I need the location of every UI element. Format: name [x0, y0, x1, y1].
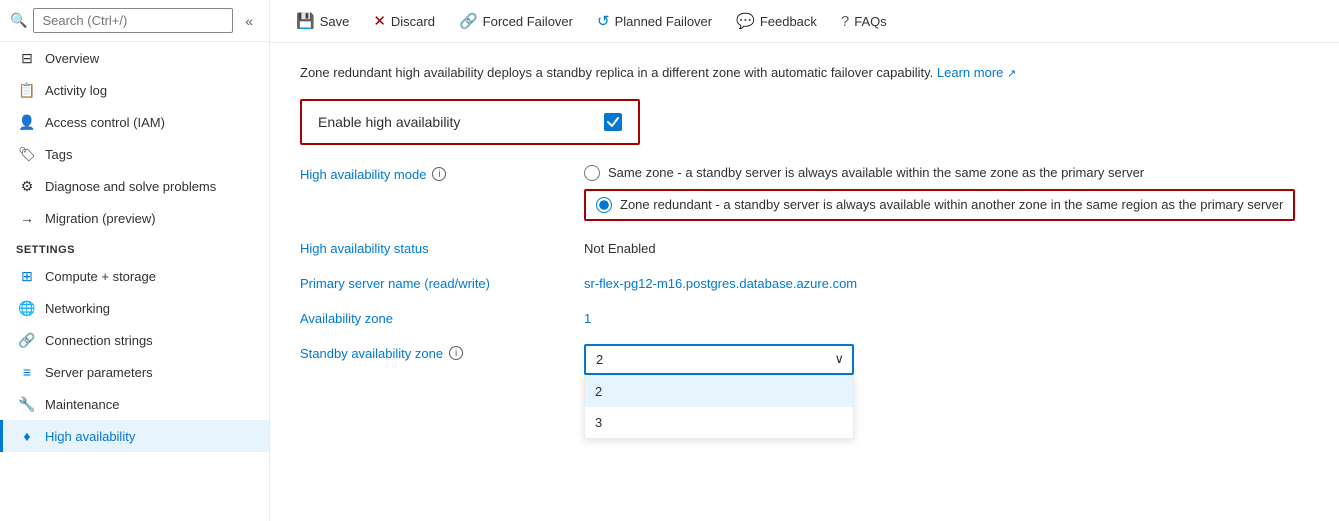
forced-failover-label: Forced Failover: [483, 14, 573, 29]
availability-zone-label: Availability zone: [300, 309, 560, 326]
same-zone-radio[interactable]: [584, 165, 600, 181]
content-area: Zone redundant high availability deploys…: [270, 43, 1339, 521]
ha-status-row: High availability status Not Enabled: [300, 239, 1309, 256]
standby-zone-dropdown-container: 2 3 ∨ 2 3: [584, 344, 854, 375]
faqs-button[interactable]: ? FAQs: [831, 7, 897, 36]
save-label: Save: [320, 14, 350, 29]
networking-icon: 🌐: [19, 300, 35, 316]
dropdown-option-2[interactable]: 2: [585, 376, 853, 407]
migration-icon: →: [19, 210, 35, 226]
primary-server-label: Primary server name (read/write): [300, 274, 560, 291]
discard-icon: ✕: [373, 12, 386, 30]
sidebar-item-label: Server parameters: [45, 365, 153, 380]
planned-failover-label: Planned Failover: [615, 14, 713, 29]
enable-ha-checkbox[interactable]: [604, 113, 622, 131]
zone-redundant-label: Zone redundant - a standby server is alw…: [620, 197, 1283, 212]
sidebar-item-label: Connection strings: [45, 333, 153, 348]
settings-section-label: Settings: [0, 234, 269, 260]
sidebar-item-compute-storage[interactable]: ⊞ Compute + storage: [0, 260, 269, 292]
maintenance-icon: 🔧: [19, 396, 35, 412]
compute-storage-icon: ⊞: [19, 268, 35, 284]
enable-ha-box: Enable high availability: [300, 99, 640, 145]
sidebar-item-label: Diagnose and solve problems: [45, 179, 216, 194]
ha-mode-radio-group: Same zone - a standby server is always a…: [584, 165, 1295, 221]
forced-failover-button[interactable]: 🔗 Forced Failover: [449, 6, 583, 36]
sidebar-item-diagnose[interactable]: ⚙ Diagnose and solve problems: [0, 170, 269, 202]
search-icon: 🔍: [10, 12, 27, 29]
learn-more-link[interactable]: Learn more: [937, 65, 1003, 80]
ha-status-label: High availability status: [300, 239, 560, 256]
sidebar-item-activity-log[interactable]: 📋 Activity log: [0, 74, 269, 106]
discard-label: Discard: [391, 14, 435, 29]
connection-strings-icon: 🔗: [19, 332, 35, 348]
feedback-button[interactable]: 💬 Feedback: [726, 6, 827, 36]
enable-ha-label: Enable high availability: [318, 114, 460, 130]
availability-zone-row: Availability zone 1: [300, 309, 1309, 326]
sidebar-item-label: High availability: [45, 429, 135, 444]
sidebar-item-label: Maintenance: [45, 397, 119, 412]
primary-server-value: sr-flex-pg12-m16.postgres.database.azure…: [584, 274, 857, 291]
ha-mode-info-icon[interactable]: i: [432, 167, 446, 181]
ha-mode-label: High availability mode i: [300, 165, 560, 182]
sidebar-item-networking[interactable]: 🌐 Networking: [0, 292, 269, 324]
primary-server-row: Primary server name (read/write) sr-flex…: [300, 274, 1309, 291]
planned-failover-button[interactable]: ↺ Planned Failover: [587, 6, 722, 36]
ha-status-value: Not Enabled: [584, 239, 656, 256]
discard-button[interactable]: ✕ Discard: [363, 6, 445, 36]
sidebar-item-migration[interactable]: → Migration (preview): [0, 202, 269, 234]
forced-failover-icon: 🔗: [459, 12, 478, 30]
standby-zone-dropdown[interactable]: 2 3: [584, 344, 854, 375]
zone-redundant-radio-option[interactable]: Zone redundant - a standby server is alw…: [596, 197, 1283, 213]
feedback-icon: 💬: [736, 12, 755, 30]
external-link-icon: ↗: [1007, 68, 1016, 80]
sidebar-item-maintenance[interactable]: 🔧 Maintenance: [0, 388, 269, 420]
sidebar-item-label: Networking: [45, 301, 110, 316]
sidebar-item-high-availability[interactable]: ♦ High availability: [0, 420, 269, 452]
sidebar-item-overview[interactable]: ⊟ Overview: [0, 42, 269, 74]
toolbar: 💾 Save ✕ Discard 🔗 Forced Failover ↺ Pla…: [270, 0, 1339, 43]
overview-icon: ⊟: [19, 50, 35, 66]
high-availability-icon: ♦: [19, 428, 35, 444]
zone-redundant-box: Zone redundant - a standby server is alw…: [584, 189, 1295, 221]
standby-zone-label: Standby availability zone i: [300, 344, 560, 361]
sidebar-item-label: Access control (IAM): [45, 115, 165, 130]
sidebar-item-access-control[interactable]: 👤 Access control (IAM): [0, 106, 269, 138]
sidebar: 🔍 « ⊟ Overview 📋 Activity log 👤 Access c…: [0, 0, 270, 521]
server-parameters-icon: ≡: [19, 364, 35, 380]
sidebar-search-container: 🔍 «: [0, 0, 269, 42]
sidebar-item-label: Activity log: [45, 83, 107, 98]
standby-zone-dropdown-menu: 2 3: [584, 375, 854, 439]
sidebar-item-label: Tags: [45, 147, 72, 162]
search-input[interactable]: [33, 8, 233, 33]
sidebar-item-server-parameters[interactable]: ≡ Server parameters: [0, 356, 269, 388]
dropdown-option-3[interactable]: 3: [585, 407, 853, 438]
diagnose-icon: ⚙: [19, 178, 35, 194]
tags-icon: 🏷: [19, 146, 35, 162]
standby-zone-info-icon[interactable]: i: [449, 346, 463, 360]
activity-log-icon: 📋: [19, 82, 35, 98]
sidebar-item-tags[interactable]: 🏷 Tags: [0, 138, 269, 170]
standby-zone-row: Standby availability zone i 2 3 ∨ 2 3: [300, 344, 1309, 375]
save-icon: 💾: [296, 12, 315, 30]
feedback-label: Feedback: [760, 14, 817, 29]
zone-redundant-radio[interactable]: [596, 197, 612, 213]
availability-zone-value: 1: [584, 309, 591, 326]
save-button[interactable]: 💾 Save: [286, 6, 359, 36]
access-control-icon: 👤: [19, 114, 35, 130]
planned-failover-icon: ↺: [597, 12, 610, 30]
sidebar-item-label: Migration (preview): [45, 211, 156, 226]
sidebar-item-label: Overview: [45, 51, 99, 66]
main-panel: 💾 Save ✕ Discard 🔗 Forced Failover ↺ Pla…: [270, 0, 1339, 521]
description-text: Zone redundant high availability deploys…: [300, 63, 1309, 83]
sidebar-collapse-button[interactable]: «: [239, 11, 259, 31]
same-zone-label: Same zone - a standby server is always a…: [608, 165, 1144, 180]
faqs-icon: ?: [841, 13, 849, 30]
sidebar-item-connection-strings[interactable]: 🔗 Connection strings: [0, 324, 269, 356]
ha-mode-row: High availability mode i Same zone - a s…: [300, 165, 1309, 221]
sidebar-item-label: Compute + storage: [45, 269, 156, 284]
same-zone-radio-option[interactable]: Same zone - a standby server is always a…: [584, 165, 1295, 181]
faqs-label: FAQs: [854, 14, 887, 29]
